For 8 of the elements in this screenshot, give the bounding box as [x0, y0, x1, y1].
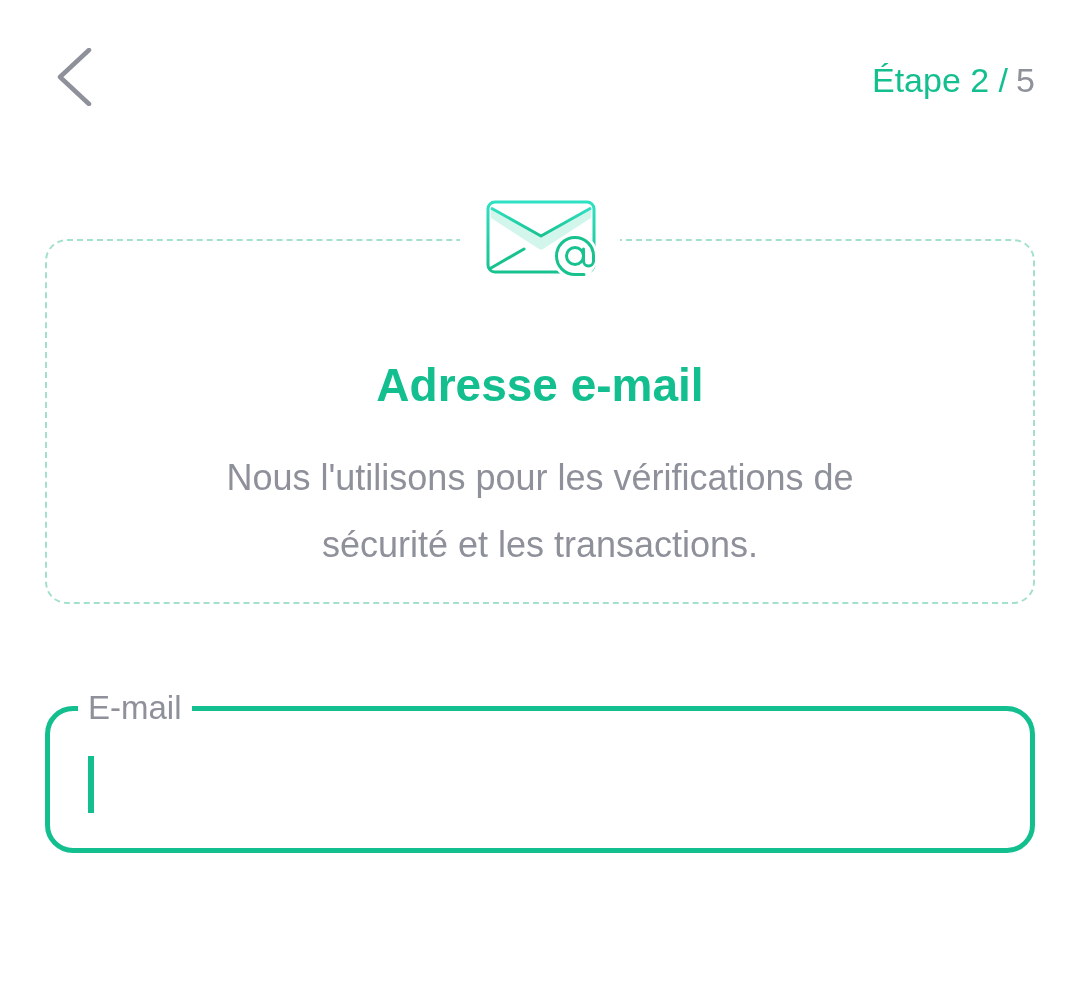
- step-counter: Étape 2 /: [871, 60, 1009, 100]
- step-total: 5: [1016, 60, 1035, 100]
- chevron-left-icon: [56, 48, 92, 106]
- card-description: Nous l'utilisons pour les vérifications de sécurité et les transactions.: [225, 456, 855, 567]
- email-field[interactable]: E-mail: [45, 693, 1035, 853]
- back-button[interactable]: [56, 48, 92, 106]
- card-title: Adresse e-mail: [376, 358, 704, 412]
- field-label: E-mail: [87, 693, 183, 723]
